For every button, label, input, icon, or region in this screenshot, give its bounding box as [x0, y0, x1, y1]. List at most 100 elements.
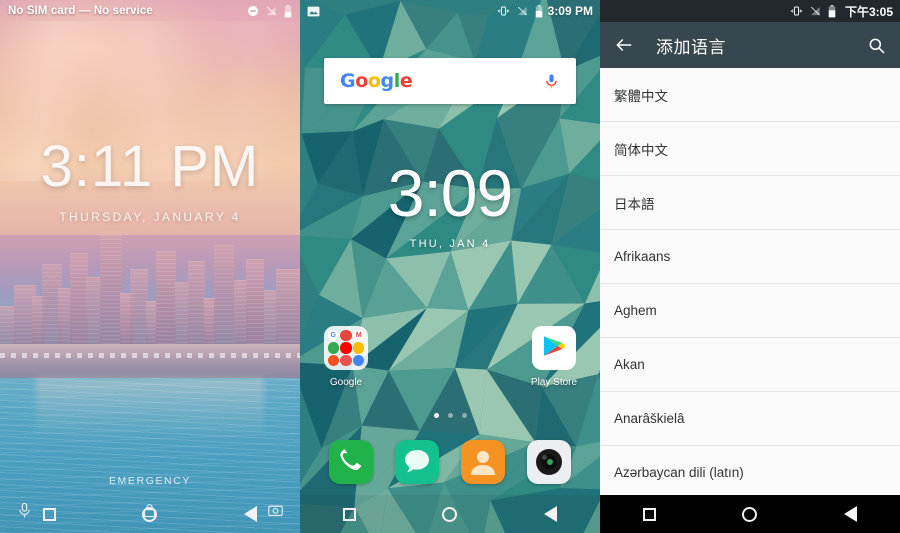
language-label: Afrikaans — [614, 249, 671, 264]
settings-app-bar: 添加语言 — [600, 22, 900, 68]
page-dot-0[interactable] — [433, 413, 439, 418]
language-label: Aghem — [614, 303, 657, 318]
folder-icon-drive — [353, 342, 365, 354]
page-title: 添加语言 — [656, 37, 726, 57]
language-list-item[interactable]: Aghem — [600, 284, 900, 338]
language-list-item[interactable]: 日本語 — [600, 176, 900, 230]
search-icon[interactable] — [867, 36, 886, 55]
back-button[interactable] — [843, 506, 857, 522]
status-icons — [247, 4, 292, 18]
language-list[interactable]: 繁體中文简体中文日本語 Afrikaans Aghem Akan Anarâškielâ… — [600, 68, 900, 495]
battery-icon — [828, 4, 836, 17]
no-sim-signal-icon — [517, 6, 527, 16]
language-list-item[interactable]: Akan — [600, 338, 900, 392]
folder-icon-play-movies — [327, 355, 339, 367]
homescreen-time: 3:09 — [387, 156, 513, 230]
battery-icon — [284, 4, 292, 17]
recents-button[interactable] — [643, 507, 657, 521]
skyline-building — [86, 277, 101, 347]
language-list-item[interactable]: 简体中文 — [600, 122, 900, 176]
skyline-building — [100, 234, 122, 347]
language-list-item[interactable]: 繁體中文 — [600, 68, 900, 122]
homescreen-panel: 3:09 PM Google 3:09 THU, JAN 4 GM Google — [300, 0, 600, 533]
wallpaper-reflection — [36, 378, 264, 443]
settings-add-language-panel: 下午3:05 添加语言 繁體中文简体中文日本語 Afrikaans Aghem Aka… — [600, 0, 900, 533]
no-sim-signal-icon — [810, 6, 820, 16]
back-arrow-icon[interactable] — [614, 35, 634, 55]
skyline-building — [214, 245, 234, 347]
homescreen-date: THU, JAN 4 — [409, 238, 491, 250]
language-label: Azərbaycan dili (latın) — [614, 465, 744, 480]
folder-icon-play-music — [340, 355, 352, 367]
wallpaper-skyline — [0, 213, 300, 347]
language-label: 简体中文 — [614, 142, 668, 158]
wallpaper-bridge — [0, 343, 300, 395]
home-button[interactable] — [442, 506, 458, 522]
skyline-building — [188, 261, 205, 347]
google-logo: Google — [340, 70, 413, 92]
skyline-building — [156, 250, 176, 347]
language-list-item[interactable]: Afrikaans — [600, 230, 900, 284]
page-dot-2[interactable] — [461, 413, 467, 418]
contacts-icon[interactable] — [461, 440, 505, 484]
language-list-item[interactable]: Anarâškielâ — [600, 392, 900, 446]
homescreen-status-bar: 3:09 PM — [300, 0, 600, 22]
folder-icon-chrome — [340, 329, 352, 341]
homescreen-clock-widget[interactable]: 3:09 THU, JAN 4 — [300, 160, 600, 250]
folder-icon-google-search: G — [327, 329, 339, 341]
emergency-call-label[interactable]: EMERGENCY — [0, 475, 300, 487]
language-label: Anarâškielâ — [614, 411, 685, 426]
messages-icon[interactable] — [395, 440, 439, 484]
home-button[interactable] — [742, 506, 758, 522]
back-button[interactable] — [243, 506, 257, 522]
vibrate-icon — [497, 6, 509, 16]
folder-icon-maps — [327, 342, 339, 354]
google-search-widget[interactable]: Google — [324, 58, 576, 104]
lockscreen-status-bar: No SIM card — No service — [0, 0, 300, 22]
app-folder-google[interactable]: GM Google — [312, 326, 380, 388]
home-button[interactable] — [142, 506, 158, 522]
language-label: Akan — [614, 357, 645, 372]
folder-icon-youtube — [340, 342, 352, 354]
recents-button[interactable] — [43, 507, 57, 521]
skyline-building — [175, 282, 189, 347]
settings-status-time: 下午3:05 — [844, 4, 893, 19]
page-dot-1[interactable] — [447, 413, 453, 418]
homescreen-dock — [300, 437, 600, 487]
folder-icon-duo — [353, 355, 365, 367]
battery-icon — [535, 4, 542, 17]
microphone-icon[interactable] — [543, 72, 560, 91]
language-label: 日本語 — [614, 196, 655, 212]
status-icons — [497, 4, 543, 18]
settings-nav-bar — [600, 495, 900, 533]
phone-icon[interactable] — [329, 440, 373, 484]
language-list-item[interactable]: Azərbaycan dili (latın) — [600, 446, 900, 495]
google-logo-letter-1: o — [355, 70, 368, 92]
lockscreen-panel: No SIM card — No service 3:11 PM THURSDA… — [0, 0, 300, 533]
three-panel-screenshot: No SIM card — No service 3:11 PM THURSDA… — [0, 0, 900, 533]
lockscreen-clock: 3:11 PM THURSDAY, JANUARY 4 — [0, 134, 300, 225]
lockscreen-nav-bar — [0, 495, 300, 533]
carrier-text: No SIM card — No service — [8, 5, 153, 17]
no-sim-signal-icon — [266, 6, 276, 16]
google-logo-letter-0: G — [340, 70, 356, 92]
app-play-store[interactable]: Play Store — [520, 326, 588, 388]
vibrate-icon — [790, 6, 803, 16]
homescreen-status-time: 3:09 PM — [547, 4, 593, 18]
page-indicator — [300, 413, 600, 418]
folder-icon-gmail: M — [353, 329, 365, 341]
do-not-disturb-icon — [248, 6, 258, 16]
play-store-icon — [532, 326, 576, 370]
settings-status-bar: 下午3:05 — [600, 0, 900, 22]
skyline-building — [276, 269, 300, 347]
back-button[interactable] — [543, 506, 557, 522]
lockscreen-time: 3:11 PM — [40, 134, 260, 199]
folder-preview: GM — [324, 326, 368, 370]
screenshot-image-icon — [307, 6, 320, 16]
recents-button[interactable] — [343, 507, 357, 521]
google-logo-letter-3: g — [380, 70, 395, 92]
camera-icon[interactable] — [527, 440, 571, 484]
homescreen-nav-bar — [300, 495, 600, 533]
lockscreen-date: THURSDAY, JANUARY 4 — [59, 210, 241, 224]
skyline-building — [246, 258, 264, 347]
